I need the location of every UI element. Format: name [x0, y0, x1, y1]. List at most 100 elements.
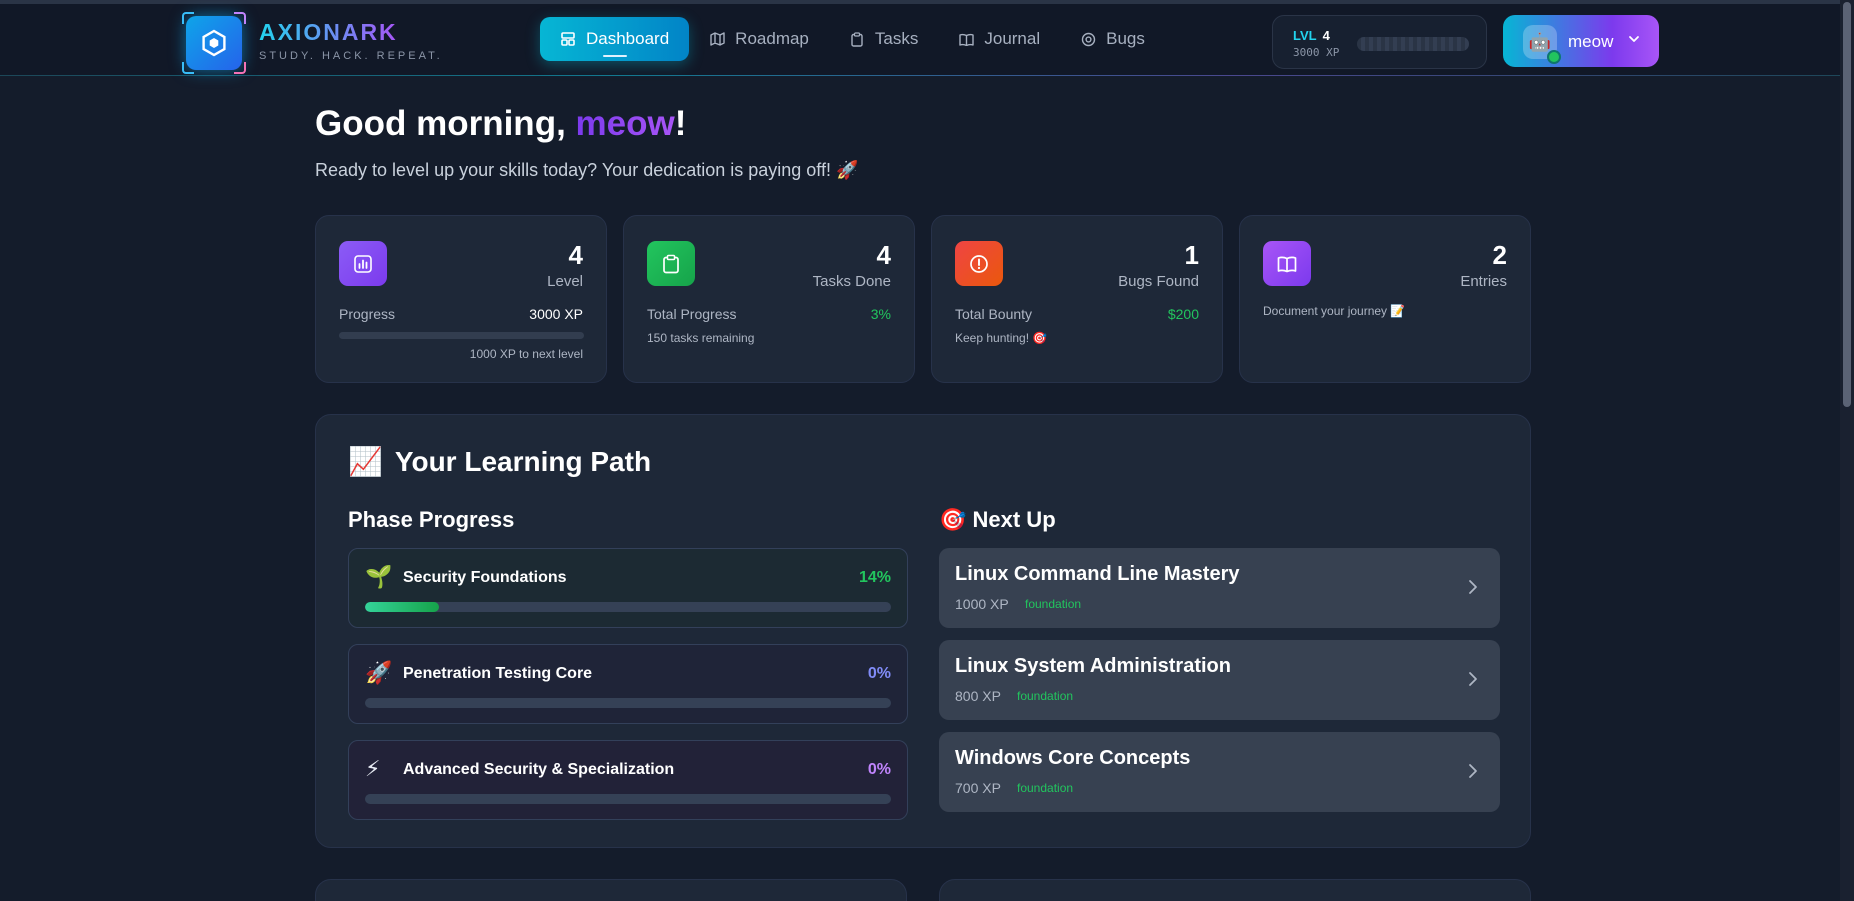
logo-corner-decoration	[234, 12, 246, 24]
phase-name: Penetration Testing Core	[403, 665, 593, 682]
brand-tagline: STUDY. HACK. REPEAT.	[259, 50, 443, 62]
logo-corner-decoration	[182, 62, 194, 74]
next-up-title: Linux System Administration	[955, 655, 1231, 677]
total-progress-value: 3%	[870, 306, 891, 322]
journal-entries-label: Entries	[1460, 273, 1507, 290]
greeting-name: meow	[575, 104, 675, 143]
phase-card-penetration-testing-core[interactable]: 🚀 Penetration Testing Core 0%	[348, 644, 908, 724]
greeting-prefix: Good morning,	[315, 104, 576, 143]
nav-bugs[interactable]: Bugs	[1060, 17, 1165, 61]
learning-path-panel: 📈 Your Learning Path Phase Progress 🎯 Ne…	[315, 414, 1531, 848]
next-up-item[interactable]: Linux System Administration 800 XP found…	[939, 640, 1500, 720]
next-up-tag: foundation	[1025, 597, 1082, 611]
chevron-right-icon	[1468, 671, 1478, 692]
chevron-down-icon	[1627, 32, 1641, 51]
nav-journal[interactable]: Journal	[938, 17, 1060, 61]
nav-roadmap-label: Roadmap	[735, 29, 809, 48]
chevron-right-icon	[1468, 579, 1478, 600]
next-up-item[interactable]: Windows Core Concepts 700 XP foundation	[939, 732, 1500, 812]
alert-circle-icon	[955, 241, 1003, 286]
learning-path-title: 📈 Your Learning Path	[348, 445, 651, 478]
next-up-heading: 🎯 Next Up	[939, 507, 1056, 532]
target-icon	[1080, 31, 1096, 47]
total-progress-label: Total Progress	[647, 306, 737, 322]
nav-journal-label: Journal	[984, 29, 1041, 48]
phase-name: Security Foundations	[403, 569, 567, 586]
progress-label: Progress	[339, 306, 396, 322]
online-status-dot	[1547, 50, 1561, 64]
next-up-title: Windows Core Concepts	[955, 747, 1191, 769]
next-up-xp: 700 XP	[955, 780, 1001, 796]
total-bounty-label: Total Bounty	[955, 306, 1033, 322]
next-up-tag: foundation	[1017, 689, 1074, 703]
bottom-card-right	[939, 879, 1531, 901]
page-scrollbar[interactable]	[1840, 0, 1854, 901]
next-up-tag: foundation	[1017, 781, 1074, 795]
phase-card-advanced-security[interactable]: ⚡ Advanced Security & Specialization 0%	[348, 740, 908, 820]
phase-progress-bar	[365, 794, 891, 804]
scrollbar-thumb[interactable]	[1843, 2, 1851, 407]
phase-name: Advanced Security & Specialization	[403, 761, 675, 778]
greeting-suffix: !	[674, 104, 687, 143]
logo-corner-decoration	[182, 12, 194, 24]
seedling-icon: 🌱	[365, 564, 393, 589]
stat-card-bugs: 1 Bugs Found Total Bounty $200 Keep hunt…	[931, 215, 1223, 383]
next-up-xp: 1000 XP	[955, 596, 1009, 612]
bugs-found-label: Bugs Found	[1118, 273, 1199, 290]
phase-progress-heading: Phase Progress	[348, 507, 515, 532]
header-glow-line	[0, 75, 1854, 76]
nav-dashboard[interactable]: Dashboard	[540, 17, 690, 61]
map-icon	[709, 31, 725, 47]
level-value: 4	[1322, 28, 1330, 43]
nav-dashboard-label: Dashboard	[586, 29, 670, 48]
stat-card-level: 4 Level Progress 3000 XP 1000 XP to next…	[315, 215, 607, 383]
tasks-remaining: 150 tasks remaining	[647, 331, 755, 345]
next-up-xp: 800 XP	[955, 688, 1001, 704]
main-nav: Dashboard Roadmap Tasks Journal Bugs	[540, 17, 1165, 61]
rocket-icon: 🚀	[365, 660, 393, 685]
user-menu-button[interactable]: 🤖 meow	[1503, 15, 1659, 67]
phase-card-security-foundations[interactable]: 🌱 Security Foundations 14%	[348, 548, 908, 628]
next-up-item[interactable]: Linux Command Line Mastery 1000 XP found…	[939, 548, 1500, 628]
clipboard-icon	[647, 241, 695, 286]
bottom-card-left	[315, 879, 907, 901]
greeting-title: Good morning, meow!	[315, 104, 686, 144]
learning-path-title-text: Your Learning Path	[394, 445, 652, 477]
dashboard-icon	[560, 31, 576, 47]
stat-card-journal: 2 Entries Document your journey 📝	[1239, 215, 1531, 383]
greeting-subtitle: Ready to level up your skills today? You…	[315, 160, 859, 180]
user-name: meow	[1568, 32, 1614, 51]
tasks-done-value: 4	[876, 240, 891, 270]
chart-increasing-icon: 📈	[348, 446, 383, 477]
journal-entries-value: 2	[1492, 240, 1507, 270]
xp-total: 3000 XP	[1293, 46, 1340, 59]
level-key: LVL	[1293, 28, 1317, 43]
logo-corner-decoration	[234, 62, 246, 74]
total-bounty-value: $200	[1167, 306, 1199, 322]
level-label: Level	[547, 273, 583, 290]
stat-card-tasks: 4 Tasks Done Total Progress 3% 150 tasks…	[623, 215, 915, 383]
nav-bugs-label: Bugs	[1106, 29, 1145, 48]
book-icon	[1263, 241, 1311, 286]
book-icon	[958, 31, 974, 47]
level-indicator: LVL 4 3000 XP	[1272, 15, 1487, 69]
nav-tasks[interactable]: Tasks	[829, 17, 938, 61]
phase-percent: 14%	[858, 569, 891, 586]
level-progress-bar	[339, 332, 584, 339]
bar-chart-icon	[339, 241, 387, 286]
nav-tasks-label: Tasks	[874, 29, 919, 48]
phase-percent: 0%	[867, 761, 891, 778]
level-value: 4	[568, 240, 583, 270]
journal-note: Document your journey 📝	[1263, 304, 1406, 318]
next-up-title: Linux Command Line Mastery	[955, 563, 1240, 585]
tasks-done-label: Tasks Done	[812, 273, 891, 290]
phase-progress-bar	[365, 698, 891, 708]
nav-roadmap[interactable]: Roadmap	[689, 17, 829, 61]
clipboard-icon	[849, 31, 865, 47]
phase-progress-fill	[365, 602, 439, 612]
top-navbar: AXIONARK STUDY. HACK. REPEAT. Dashboard …	[0, 4, 1854, 76]
phase-progress-bar	[365, 602, 891, 612]
brand-logo[interactable]	[182, 12, 246, 74]
progress-xp: 3000 XP	[529, 306, 583, 322]
bugs-found-value: 1	[1184, 240, 1199, 270]
